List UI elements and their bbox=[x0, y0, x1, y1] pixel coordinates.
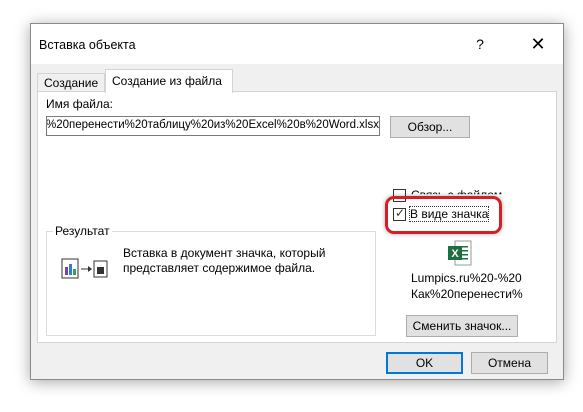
result-description: Вставка в документ значка, который предс… bbox=[123, 246, 326, 275]
tab-create-from-file[interactable]: Создание из файла bbox=[105, 69, 233, 93]
close-button[interactable]: ✕ bbox=[529, 34, 547, 54]
file-name-value: Lumpics.ru%20-%20Как%20перенести%20табли… bbox=[46, 119, 379, 131]
help-button[interactable]: ? bbox=[471, 34, 489, 54]
insert-object-dialog: Вставка объекта ? ✕ Создание Создание из… bbox=[30, 23, 564, 380]
tab-panel: Имя файла: Lumpics.ru%20-%20Как%20перене… bbox=[37, 91, 557, 343]
result-group: Результат Вставка в документ значка, кот… bbox=[46, 224, 376, 336]
ok-button[interactable]: OK bbox=[386, 352, 463, 374]
file-name-input[interactable]: Lumpics.ru%20-%20Как%20перенести%20табли… bbox=[46, 116, 380, 136]
result-legend: Результат bbox=[53, 224, 112, 238]
file-name-label: Имя файла: bbox=[46, 97, 113, 111]
icon-caption-line1: Lumpics.ru%20-%20 bbox=[411, 271, 522, 285]
browse-button[interactable]: Обзор... bbox=[390, 116, 470, 138]
icon-caption-line2: Как%20перенести% bbox=[411, 287, 523, 301]
change-icon-button[interactable]: Сменить значок... bbox=[406, 315, 518, 337]
icon-caption: Lumpics.ru%20-%20 Как%20перенести% bbox=[411, 270, 523, 302]
result-illustration-icon bbox=[61, 258, 111, 280]
cancel-button[interactable]: Отмена bbox=[471, 352, 548, 374]
title-bar: Вставка объекта ? ✕ bbox=[31, 24, 563, 64]
dialog-title: Вставка объекта bbox=[39, 38, 136, 52]
svg-text:X: X bbox=[451, 248, 459, 260]
excel-file-icon: X bbox=[447, 240, 473, 268]
tab-create-new[interactable]: Создание bbox=[37, 73, 105, 91]
highlight-frame bbox=[385, 196, 502, 234]
